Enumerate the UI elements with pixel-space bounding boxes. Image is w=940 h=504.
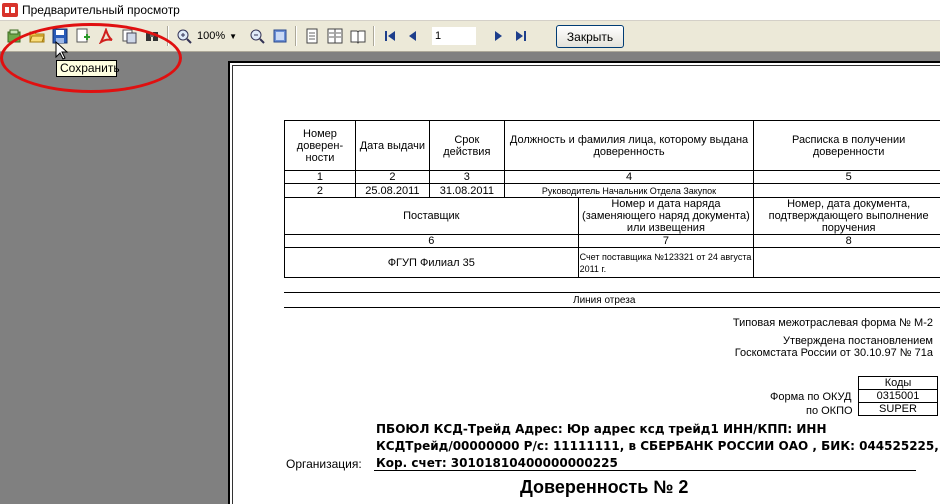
header-position-name: Должность и фамилия лица, которому выдан… bbox=[503, 120, 755, 171]
approved-line-2: Госкомстата России от 30.10.97 № 71а bbox=[734, 347, 933, 359]
value-position-name: Руководитель Начальник Отдела Закупок bbox=[503, 183, 755, 198]
okud-value: 0315001 bbox=[858, 389, 938, 403]
toolbar-separator bbox=[295, 26, 296, 46]
codes-header: Коды bbox=[858, 376, 938, 390]
zoom-select[interactable]: 100% ▼ bbox=[195, 26, 245, 46]
close-button[interactable]: Закрыть bbox=[556, 25, 624, 48]
header-validity: Срок действия bbox=[428, 120, 505, 171]
col-num-6: 6 bbox=[284, 234, 579, 248]
header-issue-date: Дата выдачи bbox=[354, 120, 430, 171]
form-type: Типовая межотраслевая форма № М-2 bbox=[732, 317, 933, 329]
highlight-oval bbox=[0, 23, 182, 93]
next-page-icon[interactable] bbox=[486, 25, 509, 47]
document-title: Доверенность № 2 bbox=[520, 477, 689, 497]
value-validity: 31.08.2011 bbox=[428, 183, 505, 198]
preview-page: Номер доверен-ности Дата выдачи Срок дей… bbox=[228, 61, 940, 504]
value-receipt bbox=[753, 183, 940, 198]
power-of-attorney-table: Номер доверен-ности Дата выдачи Срок дей… bbox=[284, 120, 940, 278]
org-line-3: Кор. счет: 30101810400000000225 bbox=[376, 456, 618, 470]
org-underline bbox=[374, 470, 916, 471]
okpo-value: SUPER bbox=[858, 402, 938, 416]
zoom-value: 100% bbox=[197, 30, 226, 42]
codes-table: Коды 0315001 SUPER bbox=[858, 376, 938, 416]
value-supplier: ФГУП Филиал 35 bbox=[284, 247, 579, 278]
col-num-1: 1 bbox=[284, 170, 356, 184]
cut-line-bottom bbox=[284, 307, 940, 308]
col-num-7: 7 bbox=[577, 234, 755, 248]
zoom-in-icon[interactable] bbox=[172, 25, 195, 47]
zoom-out-icon[interactable] bbox=[245, 25, 268, 47]
org-label: Организация: bbox=[286, 457, 362, 471]
last-page-icon[interactable] bbox=[509, 25, 532, 47]
header-number: Номер доверен-ности bbox=[284, 120, 356, 171]
col-num-2: 2 bbox=[354, 170, 430, 184]
col-num-5: 5 bbox=[753, 170, 940, 184]
approved-line-1: Утверждена постановлением bbox=[783, 335, 933, 347]
header-order: Номер и дата наряда (заменяющего наряд д… bbox=[577, 197, 755, 235]
org-line-1: ПБОЮЛ КСД-Трейд Адрес: Юр адрес ксд трей… bbox=[376, 422, 827, 436]
org-line-2: КСДТрейд/00000000 Р/с: 11111111, в СБЕРБ… bbox=[376, 439, 939, 453]
col-num-8: 8 bbox=[753, 234, 940, 248]
multi-page-icon[interactable] bbox=[323, 25, 346, 47]
whole-page-icon[interactable] bbox=[268, 25, 291, 47]
okud-label: Форма по ОКУД bbox=[770, 391, 852, 403]
header-supplier: Поставщик bbox=[284, 197, 579, 235]
header-receipt: Расписка в получении доверенности bbox=[753, 120, 940, 171]
window-title: Предварительный просмотр bbox=[22, 3, 180, 17]
value-confirmation bbox=[753, 247, 940, 278]
toolbar-separator bbox=[373, 26, 374, 46]
cut-line-label: Линия отреза bbox=[573, 295, 636, 306]
value-order: Счет поставщика №123321 от 24 августа 20… bbox=[577, 247, 755, 278]
okpo-label: по ОКПО bbox=[806, 405, 853, 417]
page-number-input[interactable] bbox=[432, 27, 476, 45]
col-num-4: 4 bbox=[503, 170, 755, 184]
first-page-icon[interactable] bbox=[378, 25, 401, 47]
window-title-bar: Предварительный просмотр bbox=[0, 0, 940, 21]
prev-page-icon[interactable] bbox=[401, 25, 424, 47]
value-number: 2 bbox=[284, 183, 356, 198]
book-icon[interactable] bbox=[346, 25, 369, 47]
header-confirmation: Номер, дата документа, подтверждающего в… bbox=[753, 197, 940, 235]
app-logo-icon bbox=[2, 3, 18, 17]
chevron-down-icon: ▼ bbox=[229, 31, 238, 41]
cut-line-top bbox=[284, 292, 940, 293]
col-num-3: 3 bbox=[428, 170, 505, 184]
value-issue-date: 25.08.2011 bbox=[354, 183, 430, 198]
single-page-icon[interactable] bbox=[300, 25, 323, 47]
